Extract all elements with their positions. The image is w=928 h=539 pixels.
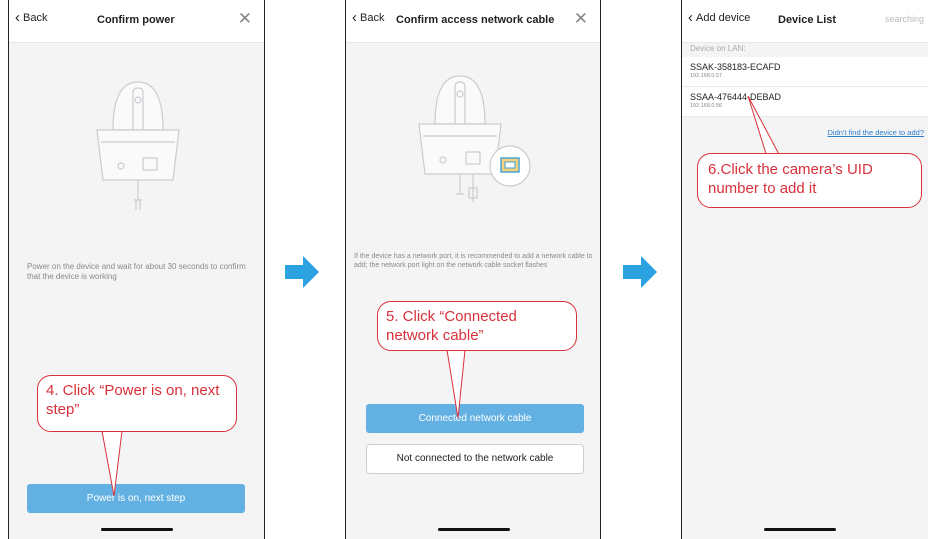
callout-pointers: [101, 95, 783, 497]
callout-step-6: 6.Click the camera’s UID number to add i…: [697, 153, 922, 208]
callout-step-4: 4. Click “Power is on, next step”: [37, 375, 237, 432]
callout-step-5: 5. Click “Connected network cable”: [377, 301, 577, 351]
